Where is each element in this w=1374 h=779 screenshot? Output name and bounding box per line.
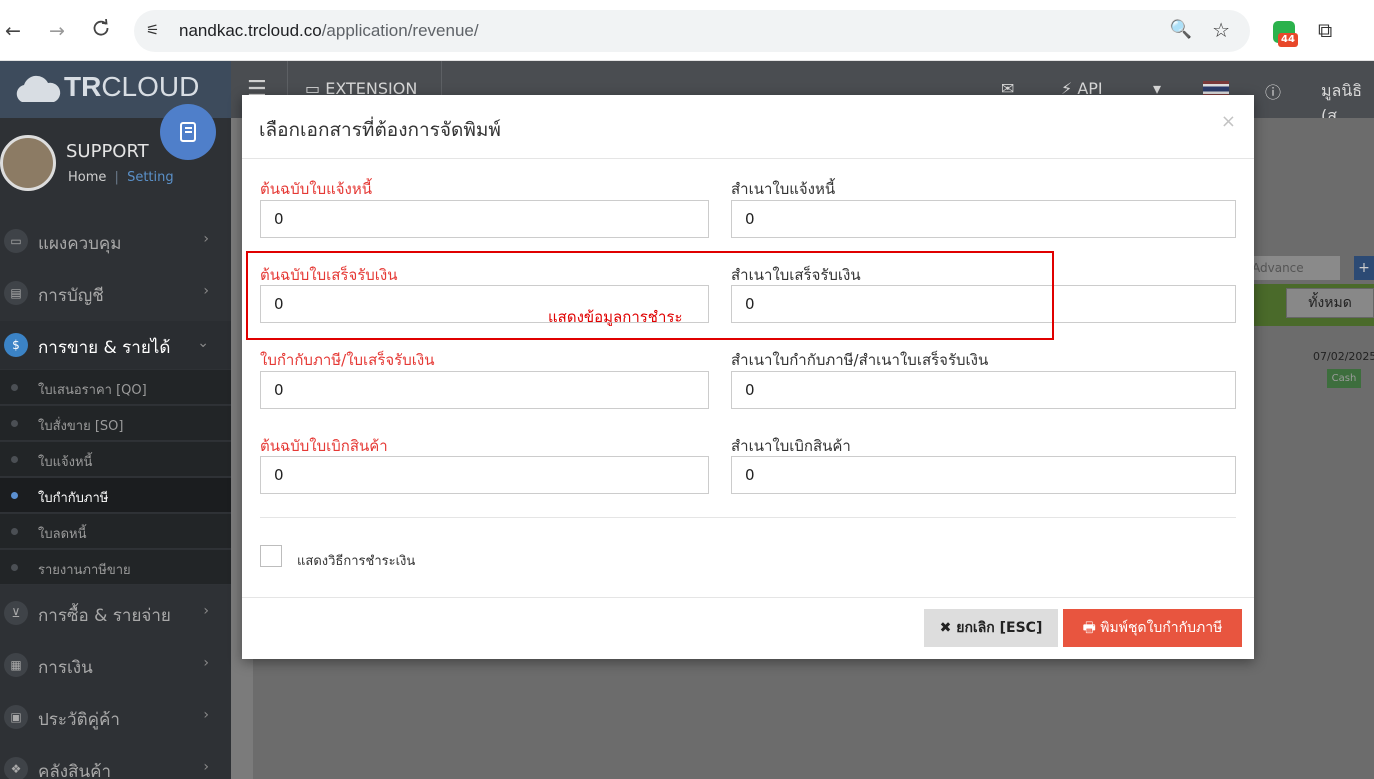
cubes-icon: ❖ <box>4 757 28 779</box>
back-icon[interactable]: ← <box>0 18 26 44</box>
menu-item-label: ประวัติคู่ค้า <box>38 710 120 730</box>
menu-item-label: การเงิน <box>38 658 93 678</box>
invoice-original-label: ต้นฉบับใบแจ้งหนี้ <box>260 180 373 198</box>
bullet-icon <box>11 456 18 463</box>
trcloud-logo[interactable]: TRCLOUD <box>12 71 199 104</box>
show-payment-method-label: แสดงวิธีการชำระเงิน <box>297 554 416 569</box>
tax-invoice-label: ใบกำกับภาษี/ใบเสร็จรับเงิน <box>260 351 435 369</box>
cart-icon: ⊻ <box>4 601 28 625</box>
menu-item-label: คลังสินค้า <box>38 762 112 779</box>
sub-item-label: ใบสั่งขาย [SO] <box>38 419 124 434</box>
menu-item-label: การขาย & รายได้ <box>38 338 171 358</box>
avatar[interactable] <box>0 135 56 191</box>
menu-item-partners[interactable]: ▣ ประวัติคู่ค้า › <box>0 693 231 741</box>
goods-issue-copy-input[interactable]: 0 <box>731 456 1236 494</box>
modal-header: เลือกเอกสารที่ต้องการจัดพิมพ์ × <box>242 95 1254 159</box>
chevron-right-icon: › <box>203 603 209 619</box>
menu-item-label: การบัญชี <box>38 286 104 306</box>
invoice-copy-input[interactable]: 0 <box>731 200 1236 238</box>
setting-link[interactable]: Setting <box>127 170 174 185</box>
modal-divider <box>260 517 1236 518</box>
chevron-right-icon: › <box>203 283 209 299</box>
goods-issue-copy-label: สำเนาใบเบิกสินค้า <box>731 437 851 455</box>
sub-item-quotation[interactable]: ใบเสนอราคา [QO] <box>0 370 231 405</box>
all-filter-button[interactable]: ทั้งหมด <box>1286 288 1374 318</box>
add-button[interactable]: + <box>1354 256 1374 280</box>
sub-item-sales-tax-report[interactable]: รายงานภาษีขาย <box>0 550 231 585</box>
annotation-text: แสดงข้อมูลการชำระ <box>548 308 683 326</box>
bullet-icon <box>11 528 18 535</box>
sub-item-label: ใบกำกับภาษี <box>38 491 109 506</box>
sub-item-label: ใบแจ้งหนี้ <box>38 455 93 470</box>
chevron-right-icon: › <box>203 655 209 671</box>
sub-item-tax-invoice[interactable]: ใบกำกับภาษี <box>0 478 231 513</box>
contact-icon: ▣ <box>4 705 28 729</box>
help-icon[interactable]: ⓘ <box>1265 79 1281 103</box>
monitor-icon: ▭ <box>4 229 28 253</box>
menu-item-dashboard[interactable]: ▭ แผงควบคุม › <box>0 217 231 265</box>
sub-item-credit-note[interactable]: ใบลดหนี้ <box>0 514 231 549</box>
reload-icon[interactable] <box>88 18 114 44</box>
home-link[interactable]: Home <box>68 170 106 185</box>
chevron-right-icon: › <box>203 231 209 247</box>
sub-item-sales-order[interactable]: ใบสั่งขาย [SO] <box>0 406 231 441</box>
site-settings-icon[interactable]: ⚟ <box>146 21 159 39</box>
row-date: 07/02/2025 <box>1313 350 1374 363</box>
show-payment-method-checkbox[interactable] <box>260 545 282 567</box>
link-separator: | <box>114 170 119 185</box>
manual-book-icon[interactable] <box>160 104 216 160</box>
tax-invoice-input[interactable]: 0 <box>260 371 709 409</box>
goods-issue-original-label: ต้นฉบับใบเบิกสินค้า <box>260 437 388 455</box>
address-bar[interactable]: ⚟ nandkac.trcloud.co/application/revenue… <box>134 10 1250 52</box>
menu-item-label: แผงควบคุม <box>38 234 122 254</box>
sub-item-label: ใบลดหนี้ <box>38 527 87 542</box>
extension-badge-count: 44 <box>1278 33 1298 47</box>
goods-issue-original-input[interactable]: 0 <box>260 456 709 494</box>
chevron-down-icon: ⌄ <box>197 335 209 351</box>
menu-item-purchases[interactable]: ⊻ การซื้อ & รายจ่าย › <box>0 589 231 637</box>
user-name: SUPPORT <box>66 141 149 162</box>
sub-item-label: รายงานภาษีขาย <box>38 563 131 578</box>
extension-icon[interactable]: 44 <box>1273 21 1298 47</box>
menu-item-sales-revenue[interactable]: $ การขาย & รายได้ ⌄ <box>0 321 231 369</box>
print-tax-invoice-button[interactable]: 🖶 พิมพ์ชุดใบกำกับภาษี <box>1063 609 1242 647</box>
dollar-icon: $ <box>4 333 28 357</box>
extensions-puzzle-icon[interactable]: ⧉ <box>1318 18 1332 42</box>
bullet-icon <box>11 564 18 571</box>
bullet-icon <box>11 420 18 427</box>
forward-icon[interactable]: → <box>44 18 70 44</box>
calendar-icon: ▦ <box>4 653 28 677</box>
tax-invoice-copy-label: สำเนาใบกำกับภาษี/สำเนาใบเสร็จรับเงิน <box>731 351 989 369</box>
invoice-copy-label: สำเนาใบแจ้งหนี้ <box>731 180 836 198</box>
menu-item-label: การซื้อ & รายจ่าย <box>38 606 171 626</box>
cancel-button[interactable]: ✖ ยกเลิก [ESC] <box>924 609 1058 647</box>
bookmark-star-icon[interactable]: ☆ <box>1212 18 1230 42</box>
chevron-right-icon: › <box>203 707 209 723</box>
browser-toolbar: ← → ⚟ nandkac.trcloud.co/application/rev… <box>0 0 1374 61</box>
menu-item-accounting[interactable]: ▤ การบัญชี › <box>0 269 231 317</box>
advance-search-button[interactable]: Advance Search <box>1248 256 1340 299</box>
user-links: Home | Setting <box>68 170 174 185</box>
menu-item-finance[interactable]: ▦ การเงิน › <box>0 641 231 689</box>
bullet-icon <box>11 384 18 391</box>
close-icon[interactable]: × <box>1221 111 1236 132</box>
book-icon: ▤ <box>4 281 28 305</box>
zoom-icon[interactable]: 🔍 <box>1170 19 1192 40</box>
bullet-icon <box>11 492 18 499</box>
url-text[interactable]: nandkac.trcloud.co/application/revenue/ <box>179 21 479 41</box>
modal-title: เลือกเอกสารที่ต้องการจัดพิมพ์ <box>259 119 501 141</box>
cash-badge: Cash <box>1327 369 1361 388</box>
menu-item-inventory[interactable]: ❖ คลังสินค้า › <box>0 745 231 779</box>
invoice-original-input[interactable]: 0 <box>260 200 709 238</box>
sub-item-invoice[interactable]: ใบแจ้งหนี้ <box>0 442 231 477</box>
tax-invoice-copy-input[interactable]: 0 <box>731 371 1236 409</box>
chevron-right-icon: › <box>203 759 209 775</box>
sub-item-label: ใบเสนอราคา [QO] <box>38 383 147 398</box>
